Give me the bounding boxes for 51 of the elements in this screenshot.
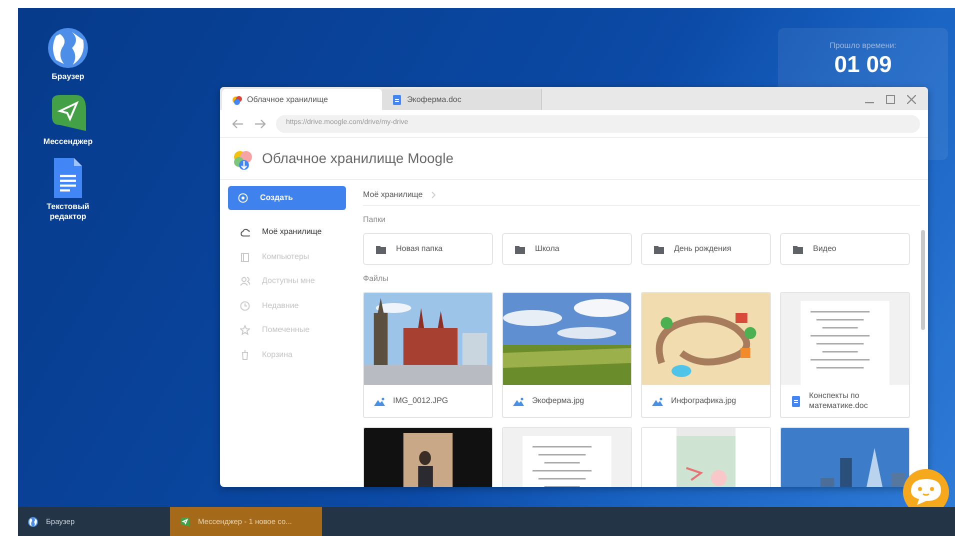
folder-card[interactable]: Школа	[502, 233, 632, 265]
forward-arrow-icon	[254, 118, 266, 128]
file-card[interactable]: IMG_0012.JPG	[363, 292, 493, 418]
close-icon[interactable]	[907, 95, 916, 104]
desktop-icon-label[interactable]: Мессенджер	[33, 137, 103, 146]
maximize-icon[interactable]	[886, 95, 895, 104]
file-name: Инфографика.jpg	[671, 396, 736, 406]
image-icon	[374, 396, 385, 406]
timer-value: 01 09	[834, 52, 892, 78]
timer-label: Прошло времени:	[830, 40, 896, 52]
section-heading: Файлы	[363, 273, 390, 285]
star-icon	[240, 325, 250, 336]
document-icon	[392, 94, 402, 104]
folder-card[interactable]: День рождения	[641, 233, 771, 265]
folder-icon	[654, 244, 664, 254]
chevron-right-icon	[430, 190, 436, 198]
trash-icon	[240, 350, 250, 360]
browser-tab[interactable]: Облачное хранилище	[222, 89, 382, 110]
file-card[interactable]: Экоферма.jpg	[502, 292, 632, 418]
file-card[interactable]: Конспекты по математике.doc	[780, 292, 910, 418]
plus-circle-icon	[238, 193, 248, 203]
image-icon	[513, 396, 524, 406]
app-title: Облачное хранилище Moogle	[262, 149, 454, 168]
file-card[interactable]: Инфографика.jpg	[641, 292, 771, 418]
send-message-icon	[180, 516, 190, 526]
browser-tab[interactable]: Экоферма.doc	[382, 89, 542, 110]
folder-icon	[376, 244, 386, 254]
sidebar-item[interactable]: Моё хранилище	[228, 220, 347, 244]
scrollbar-thumb[interactable]	[921, 230, 925, 330]
section-heading: Папки	[363, 214, 386, 226]
cloud-icon	[240, 227, 250, 238]
globe-icon	[28, 516, 38, 526]
image-icon	[652, 396, 663, 406]
desktop-icon-label[interactable]: Текстовый редактор	[33, 202, 103, 221]
globe-icon[interactable]	[48, 28, 88, 68]
folder-card[interactable]: Новая папка	[363, 233, 493, 265]
desktop-icon-label[interactable]: Браузер	[33, 72, 103, 82]
clock-icon	[240, 300, 250, 311]
create-button[interactable]: Создать	[228, 186, 346, 210]
document-icon	[791, 396, 801, 406]
cloud-icon	[232, 94, 242, 104]
folder-icon	[793, 244, 803, 254]
file-name: IMG_0012.JPG	[393, 396, 448, 406]
folder-card[interactable]: Видео	[780, 233, 910, 265]
file-name: Конспекты по математике.doc	[809, 391, 869, 411]
file-name: Экоферма.jpg	[532, 396, 584, 406]
folder-icon	[515, 244, 525, 254]
computer-icon	[240, 252, 250, 262]
back-arrow-icon	[232, 118, 244, 128]
people-icon	[240, 276, 250, 286]
breadcrumb[interactable]: Моё хранилище	[363, 188, 423, 200]
